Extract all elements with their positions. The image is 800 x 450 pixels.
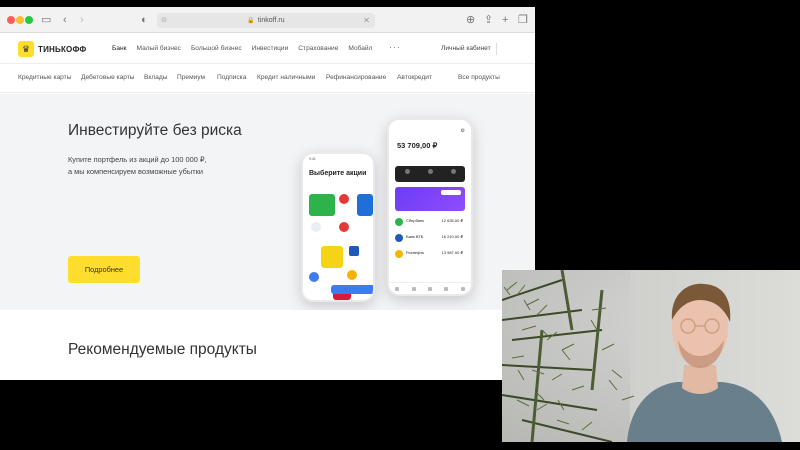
browser-window: ▭ ‹ › ◐ ⊙ 🔒 tinkoff.ru ✕ ⊕ ⇪ + ❐ ♛ ТИНЬКО… [0,7,535,380]
nav-item-bank[interactable]: Банк [112,34,127,66]
lock-icon: 🔒 [247,18,255,24]
rosneft-icon [395,250,403,258]
url-text: tinkoff.ru [257,17,285,24]
stock-tile [309,194,335,216]
browser-toolbar: ▭ ‹ › ◐ ⊙ 🔒 tinkoff.ru ✕ ⊕ ⇪ + ❐ [0,7,535,33]
logo[interactable]: ♛ ТИНЬКОФФ [18,41,86,57]
subnav-item-debit-cards[interactable]: Дебетовые карты [81,74,135,81]
logo-text: ТИНЬКОФФ [38,44,87,54]
nav-item-insurance[interactable]: Страхование [298,34,338,66]
subnav-item-all-products[interactable]: Все продукты [458,74,500,81]
buy-button[interactable] [331,285,373,294]
action-icon [420,169,440,175]
action-icon [397,169,417,175]
stock-logo [349,246,359,256]
stock-tile [321,246,343,268]
nav-item-big-business[interactable]: Большой бизнес [191,34,242,66]
share-icon[interactable]: ⇪ [484,12,493,28]
status-bar: 9:41 [309,157,316,161]
recommended-title: Рекомендуемые продукты [68,341,257,358]
main-nav: Банк Малый бизнес Большой бизнес Инвести… [112,34,382,66]
screen: ▭ ‹ › ◐ ⊙ 🔒 tinkoff.ru ✕ ⊕ ⇪ + ❐ ♛ ТИНЬКО… [0,0,800,450]
stock-logo [339,222,349,232]
sberbank-icon [395,218,403,226]
download-icon[interactable]: ⊕ [466,12,475,28]
subnav-item-subscription[interactable]: Подписка [217,74,246,81]
address-bar[interactable]: ⊙ 🔒 tinkoff.ru ✕ [157,13,375,28]
portfolio-amount: 53 709,00 ₽ [397,141,438,150]
phone-stocks-title: Выберите акции [309,170,367,177]
stock-name: Роснефть [406,250,425,255]
divider [496,43,497,55]
recommended-section: Рекомендуемые продукты [0,310,535,373]
settings-icon: ⚙ [460,128,465,134]
privacy-icon[interactable]: ◐ [141,12,148,28]
subnav-item-car-loan[interactable]: Автокредит [397,74,432,81]
shield-icon: ⊙ [161,17,167,24]
sub-nav: Кредитные карты Дебетовые карты Вклады П… [0,63,535,93]
phone-stocks-subtitle [309,180,369,190]
subnav-item-cash-loan[interactable]: Кредит наличными [257,74,315,81]
stock-value: 13 987,00 ₽ [441,250,463,255]
personal-cabinet-link[interactable]: Личный кабинет [441,45,491,52]
forward-icon[interactable]: › [80,12,84,28]
phone-mockup-portfolio: ⚙ 53 709,00 ₽ Сбербанк 12 635,00 ₽ Банк … [387,118,473,296]
subnav-item-premium[interactable]: Премиум [177,74,205,81]
hero-desc-line: а мы компенсируем возможные убытки [68,167,203,176]
nav-item-investments[interactable]: Инвестиции [252,34,289,66]
zoom-window-button[interactable] [25,16,33,24]
presenter-image [627,283,782,442]
sidebar-icon[interactable]: ▭ [41,12,51,28]
hero-description: Купите портфель из акций до 100 000 ₽, а… [68,154,238,178]
hero-desc-line: Купите портфель из акций до 100 000 ₽, [68,155,207,164]
tab-icon [395,286,400,291]
stock-value: 16 210,00 ₽ [441,234,463,239]
stock-row: Сбербанк 12 635,00 ₽ [395,216,465,230]
hero-title: Инвестируйте без риска [68,122,242,139]
stock-logo [339,194,349,204]
vtb-icon [395,234,403,242]
minimize-window-button[interactable] [16,16,24,24]
promo-card [395,187,465,211]
nav-item-mobile[interactable]: Мобайл [348,34,372,66]
tab-icon [460,286,465,291]
site-header: ♛ ТИНЬКОФФ Банк Малый бизнес Большой биз… [0,34,535,66]
logo-shield-icon: ♛ [18,41,34,57]
phone-mockup-stocks: 9:41 Выберите акции [301,152,375,302]
stock-value: 12 635,00 ₽ [441,218,463,223]
stock-logo [311,222,321,232]
stock-name: Сбербанк [406,218,424,223]
subnav-item-deposits[interactable]: Вклады [144,74,167,81]
tab-icon [444,286,449,291]
tabs-overview-icon[interactable]: ❐ [518,12,528,28]
webcam-overlay [502,270,800,442]
stock-name: Банк ВТБ [406,234,424,239]
stock-tile [357,194,373,216]
tab-icon [411,286,416,291]
phone-action-bar [395,166,465,182]
phone-tab-bar [389,282,471,294]
promo-button [441,190,461,195]
clear-icon[interactable]: ✕ [363,13,370,28]
close-window-button[interactable] [7,16,15,24]
more-button[interactable]: Подробнее [68,256,140,283]
action-icon [443,169,463,175]
stock-row: Роснефть 13 987,00 ₽ [395,248,465,262]
more-menu-icon[interactable]: ··· [389,42,401,52]
back-icon[interactable]: ‹ [63,12,67,28]
subnav-item-credit-cards[interactable]: Кредитные карты [18,74,71,81]
subnav-item-refinancing[interactable]: Рефинансирование [326,74,386,81]
tab-icon [427,286,432,291]
nav-item-small-business[interactable]: Малый бизнес [137,34,181,66]
stock-logo [347,270,357,280]
stock-row: Банк ВТБ 16 210,00 ₽ [395,232,465,246]
stock-logo [309,272,319,282]
new-tab-icon[interactable]: + [502,12,508,28]
